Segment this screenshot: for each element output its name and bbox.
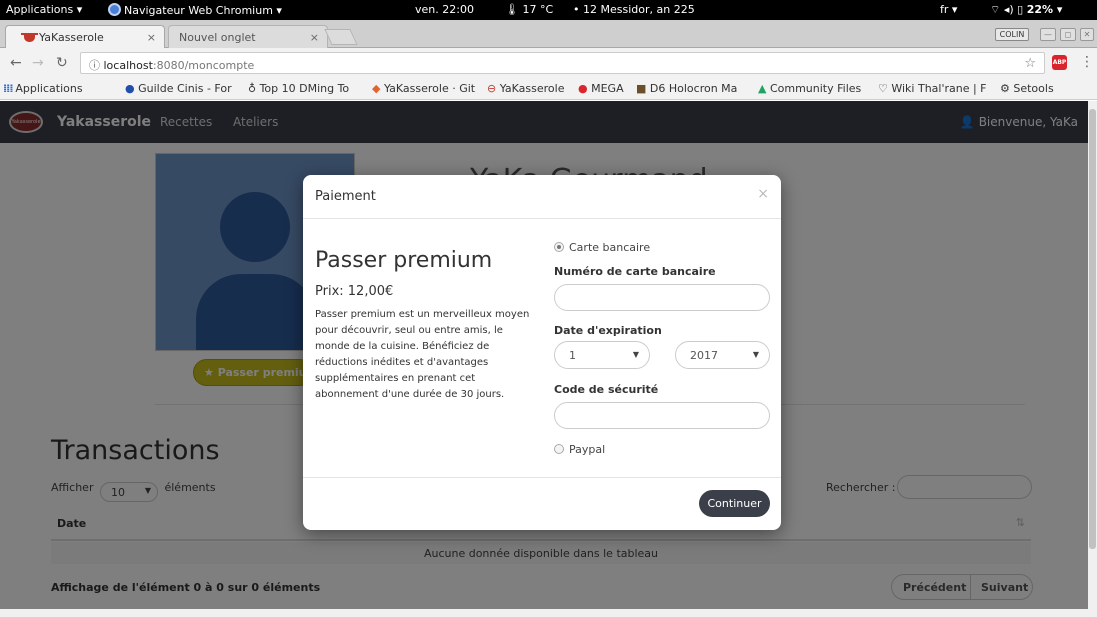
tab-new-tab[interactable]: Nouvel onglet × [168,25,328,48]
bookmark-guilde-cinis[interactable]: ● Guilde Cinis - For [125,82,232,95]
chromium-icon [108,3,121,16]
bookmark-setools[interactable]: ⚙ Setools [1000,82,1054,95]
browser-toolbar: ← → ↻ ⓘ localhost:8080/moncompte ☆ ABP ⋮ [0,48,1097,78]
payment-modal: Paiement × Passer premium Prix: 12,00€ P… [303,175,781,530]
battery-icon: ▯ [1017,3,1024,16]
back-icon[interactable]: ← [10,55,22,71]
scrollbar-thumb[interactable] [1089,109,1096,549]
volume-icon: ◂) [1003,3,1014,16]
modal-header: Paiement × [303,175,781,219]
bookmark-yakasserole[interactable]: ⊖ YaKasserole [487,82,565,95]
continue-button[interactable]: Continuer [699,490,770,517]
adblock-icon[interactable]: ABP [1052,55,1067,70]
bookmark-mega[interactable]: ● MEGA [578,82,624,95]
card-number-input[interactable] [554,284,770,311]
profile-button[interactable]: COLIN [995,28,1029,41]
status-icons[interactable]: ⌔ ◂) ▯ 22% ▾ [990,3,1062,17]
clock[interactable]: ven. 22:00 [415,3,474,16]
gitlab-icon: ◆ [372,82,384,95]
chevron-down-icon: ▼ [632,350,639,359]
radio-card[interactable]: Carte bancaire [554,241,650,254]
minimize-icon[interactable]: — [1040,28,1056,41]
mega-icon: ● [578,82,592,95]
cvc-label: Code de sécurité [554,383,659,396]
drive-icon: ▲ [758,82,770,95]
system-top-bar: Applications ▾ Navigateur Web Chromium ▾… [0,0,1097,20]
heart-icon: ♡ [878,82,892,95]
yakasserole-favicon-icon [21,33,38,42]
premium-description: Passer premium est un merveilleux moyen … [315,309,530,400]
browser-menu-icon[interactable]: ⋮ [1080,54,1094,70]
info-icon[interactable]: ⓘ [89,59,104,72]
bookmark-d6-holocron[interactable]: ■ D6 Holocron Ma [636,82,737,95]
close-tab-icon[interactable]: × [147,31,156,44]
expiry-year-select[interactable]: 2017 ▼ [675,341,770,369]
bookmark-yakasserole-git[interactable]: ◆ YaKasserole · Git [372,82,475,95]
expiry-label: Date d'expiration [554,324,662,337]
forward-icon[interactable]: → [32,55,44,71]
modal-title: Paiement [315,189,376,204]
apps-grid-icon: ⁞⁞⁞ [3,82,16,95]
bookmark-top-10-dming[interactable]: ♁ Top 10 DMing To [248,82,349,95]
pin-icon: ♁ [248,82,260,95]
pan-icon: ⊖ [487,82,500,95]
horizontal-scrollbar[interactable] [0,609,1097,617]
chevron-down-icon: ▼ [752,350,759,359]
reload-icon[interactable]: ↻ [56,55,68,71]
premium-heading: Passer premium [315,248,493,273]
browser-tab-strip: YaKasserole × Nouvel onglet × COLIN — ◻ … [0,20,1097,48]
weather-indicator[interactable]: 🌡 17 °C [505,3,553,16]
active-window-menu[interactable]: Navigateur Web Chromium ▾ [108,3,282,17]
radio-paypal[interactable]: Paypal [554,443,605,456]
globe-icon: ● [125,82,139,95]
close-tab-icon[interactable]: × [310,31,319,44]
bookmark-wiki-thalrane[interactable]: ♡ Wiki Thal'rane | F [878,82,987,95]
bookmarks-bar: ⁞⁞⁞ Applications ● Guilde Cinis - For ♁ … [0,78,1097,100]
modal-footer-divider [303,477,781,478]
radio-checked-icon [554,242,564,252]
applications-menu[interactable]: Applications ▾ [6,3,82,16]
close-icon[interactable]: × [757,186,769,202]
new-tab-button[interactable] [324,29,358,45]
address-bar[interactable]: ⓘ localhost:8080/moncompte ☆ [80,52,1045,74]
premium-price: Prix: 12,00€ [315,284,394,299]
book-icon: ■ [636,82,650,95]
bookmark-applications[interactable]: ⁞⁞⁞ Applications [3,82,83,95]
bookmark-star-icon[interactable]: ☆ [1024,56,1036,71]
calendar-indicator[interactable]: • 12 Messidor, an 225 [573,3,695,16]
tab-yakasserole[interactable]: YaKasserole × [5,25,165,48]
expiry-month-select[interactable]: 1 ▼ [554,341,650,369]
wifi-icon: ⌔ [990,3,1001,16]
cvc-input[interactable] [554,402,770,429]
close-window-icon[interactable]: ✕ [1080,28,1094,41]
maximize-icon[interactable]: ◻ [1060,28,1076,41]
radio-unchecked-icon [554,444,564,454]
vertical-scrollbar[interactable] [1088,101,1097,609]
setools-icon: ⚙ [1000,82,1014,95]
bookmark-community-files[interactable]: ▲ Community Files [758,82,861,95]
card-number-label: Numéro de carte bancaire [554,265,716,278]
language-menu[interactable]: fr ▾ [940,3,957,16]
